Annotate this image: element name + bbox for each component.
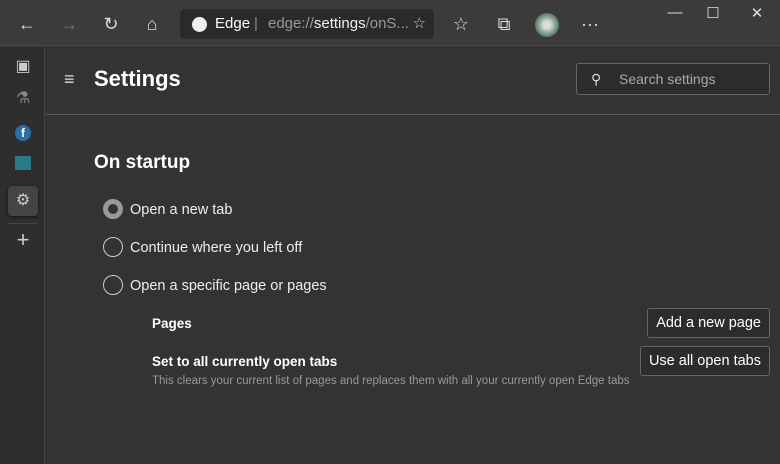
- browser-toolbar: ← → ↻ ⌂ Edge | edge://settings/onS... ☆ …: [0, 0, 780, 46]
- collections-icon[interactable]: ⧉: [489, 9, 519, 39]
- set-tabs-description: This clears your current list of pages a…: [152, 375, 630, 387]
- address-bar[interactable]: Edge | edge://settings/onS... ☆: [180, 9, 434, 39]
- sidebar-divider: [8, 223, 38, 224]
- bookmark-app-icon[interactable]: [8, 151, 38, 181]
- search-settings-input[interactable]: ⚲ Search settings: [576, 63, 770, 95]
- search-icon: ⚲: [591, 64, 601, 94]
- settings-gear-icon[interactable]: ⚙: [8, 186, 38, 216]
- tab-actions-icon[interactable]: ▣: [8, 52, 38, 82]
- use-all-open-tabs-button[interactable]: Use all open tabs: [640, 346, 770, 376]
- option-label: Continue where you left off: [130, 240, 302, 256]
- settings-page: ≡ Settings ⚲ Search settings On startup …: [46, 47, 780, 464]
- option-label: Open a specific page or pages: [130, 278, 327, 294]
- address-url: edge://settings/onS...: [268, 9, 409, 39]
- option-label: Open a new tab: [130, 202, 232, 218]
- add-icon[interactable]: +: [8, 225, 38, 255]
- url-prefix: edge://: [268, 15, 314, 32]
- edge-logo-icon: [192, 17, 207, 32]
- favorites-icon[interactable]: ☆: [446, 9, 476, 39]
- forward-icon[interactable]: →: [54, 9, 84, 39]
- add-new-page-button[interactable]: Add a new page: [647, 308, 770, 338]
- close-icon[interactable]: ✕: [742, 4, 772, 22]
- url-suffix: /onS...: [366, 15, 409, 32]
- set-tabs-label: Set to all currently open tabs: [152, 354, 337, 369]
- sidebar: ▣ ⚗ f ⚙ +: [0, 47, 45, 464]
- maximize-icon[interactable]: ☐: [698, 4, 728, 22]
- address-brand: Edge: [215, 9, 250, 39]
- home-icon[interactable]: ⌂: [137, 9, 167, 39]
- radio-continue[interactable]: [103, 237, 123, 257]
- url-bold: settings: [314, 15, 366, 32]
- search-placeholder: Search settings: [619, 64, 716, 94]
- radio-open-new-tab[interactable]: [103, 199, 123, 219]
- facebook-icon[interactable]: f: [8, 118, 38, 148]
- flask-icon[interactable]: ⚗: [8, 84, 38, 114]
- add-favorite-icon[interactable]: ☆: [413, 9, 426, 39]
- section-title: On startup: [94, 152, 190, 174]
- avatar[interactable]: [535, 13, 559, 37]
- back-icon[interactable]: ←: [12, 9, 42, 39]
- minimize-icon[interactable]: —: [660, 4, 690, 21]
- radio-specific-pages[interactable]: [103, 275, 123, 295]
- settings-header: ≡ Settings ⚲ Search settings: [46, 47, 780, 115]
- pages-label: Pages: [152, 316, 192, 331]
- address-separator: |: [254, 9, 258, 39]
- more-icon[interactable]: ···: [575, 9, 605, 39]
- menu-hamburger-icon[interactable]: ≡: [64, 69, 75, 90]
- refresh-icon[interactable]: ↻: [96, 9, 126, 39]
- page-title: Settings: [94, 66, 181, 92]
